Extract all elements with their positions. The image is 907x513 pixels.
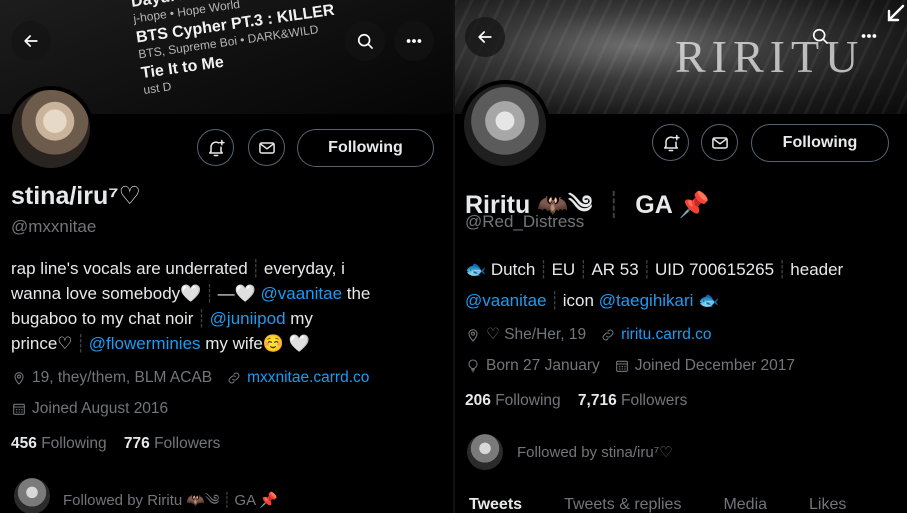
follower-avatar (14, 478, 50, 513)
search-icon (357, 33, 373, 49)
followed-by-text[interactable]: Followed by Riritu 🦇༄ ┊ GA 📌 (63, 484, 278, 513)
message-button[interactable] (701, 124, 738, 161)
envelope-icon (711, 136, 728, 149)
bio-text: icon (562, 291, 599, 310)
profile-joined-row: Joined August 2016 (11, 400, 168, 418)
bio-text: wanna love somebody🤍 (11, 284, 202, 303)
username-handle: @mxxnitae (11, 217, 97, 236)
follow-counts: 206 Following 7,716 Followers (465, 392, 687, 410)
banner-playlist: Daydream ( j-hope • Hope World BTS Cyphe… (130, 0, 343, 101)
location-text: ♡ She/Her, 19 (486, 326, 587, 343)
location-icon (468, 328, 478, 342)
profile-avatar[interactable] (8, 86, 94, 172)
followers-count-link[interactable]: 776 Followers (124, 435, 221, 452)
follow-counts: 456 Following 776 Followers (11, 435, 220, 453)
link-icon (228, 372, 240, 384)
arrow-left-icon (24, 35, 38, 47)
tab-media[interactable]: Media (723, 496, 767, 513)
profile-avatar[interactable] (460, 80, 550, 170)
bio-text: UID 700615265 (654, 260, 775, 279)
calendar-icon (13, 403, 25, 415)
tab-likes[interactable]: Likes (809, 496, 846, 513)
calendar-icon (615, 360, 628, 372)
profile-panel-right: RIRITU Following Riritu 🦇༄ ┊ GA 📌 @Red_Dis… (455, 0, 907, 513)
bio-text: rap line's vocals are underrated (11, 259, 248, 278)
tab-tweets-replies[interactable]: Tweets & replies (564, 496, 681, 513)
bio-text: header (790, 260, 844, 279)
bio-text: the (342, 284, 371, 303)
search-icon (812, 28, 828, 44)
mention-link[interactable]: @taegihikari (599, 291, 694, 310)
mention-link[interactable]: @juniipod (210, 309, 286, 328)
profile-meta-row: 19, they/them, BLM ACAB mxxnitae.carrd.c… (11, 369, 369, 387)
search-button[interactable] (800, 16, 840, 56)
notifications-button[interactable] (652, 124, 689, 161)
follower-avatar (467, 434, 503, 470)
following-count-link[interactable]: 206 Following (465, 392, 561, 409)
mention-link[interactable]: @vaanitae (465, 291, 547, 310)
more-options-button[interactable] (394, 21, 434, 61)
profile-panel-left: Daydream ( j-hope • Hope World BTS Cyphe… (0, 0, 453, 513)
bio-text: everyday, i (263, 259, 345, 278)
profile-bio: 🐟 Dutch ┊ EU ┊ AR 53 ┊ UID 700615265 ┊ header @v… (465, 260, 844, 310)
website-link[interactable]: riritu.carrd.co (621, 326, 711, 344)
link-icon (602, 329, 614, 340)
bio-text: 🐟 Dutch (465, 260, 536, 279)
birth-date: Born 27 January (486, 357, 600, 374)
back-button[interactable] (11, 21, 51, 61)
message-button[interactable] (248, 129, 285, 166)
bio-text: EU (551, 260, 576, 279)
notifications-button[interactable] (197, 129, 234, 166)
display-name: stina/iru⁷♡ (11, 182, 141, 210)
mention-link[interactable]: @flowerminies (89, 334, 201, 353)
arrow-left-icon (478, 31, 492, 43)
followed-by-text[interactable]: Followed by stina/iru⁷♡ (517, 443, 673, 461)
location-text: 19, they/them, BLM ACAB (32, 369, 213, 386)
more-horizontal-icon (406, 39, 422, 43)
more-horizontal-icon (861, 34, 877, 38)
profile-meta-row: ♡ She/Her, 19 riritu.carrd.co (465, 325, 712, 344)
envelope-icon (258, 141, 275, 154)
mention-link[interactable]: @vaanitae (261, 284, 343, 303)
bell-plus-icon (663, 134, 680, 151)
search-button[interactable] (345, 21, 385, 61)
followers-count-link[interactable]: 7,716 Followers (578, 392, 687, 409)
location-icon (14, 372, 24, 385)
profile-tabs: Tweets Tweets & replies Media Likes (469, 496, 907, 513)
bio-text: —🤍 (217, 284, 256, 303)
joined-date: Joined August 2016 (32, 400, 169, 417)
bell-plus-icon (208, 139, 225, 156)
bio-text: AR 53 (591, 260, 639, 279)
bio-text: my (285, 309, 313, 328)
following-button[interactable]: Following (297, 129, 434, 167)
display-name-extra: GA 📌 (635, 191, 710, 219)
balloon-icon (468, 359, 478, 373)
tab-tweets[interactable]: Tweets (469, 496, 522, 513)
collapse-arrow-icon[interactable] (883, 2, 907, 26)
bio-text: bugaboo to my chat noir (11, 309, 194, 328)
profile-bio: rap line's vocals are underrated ┊ everyda… (11, 259, 371, 353)
username-handle: @Red_Distress (465, 212, 585, 231)
following-button[interactable]: Following (751, 124, 889, 162)
following-count-link[interactable]: 456 Following (11, 435, 107, 452)
website-link[interactable]: mxxnitae.carrd.co (247, 369, 369, 387)
bio-text: my wife☺️ 🤍 (200, 334, 310, 353)
back-button[interactable] (465, 17, 505, 57)
profile-dates-row: Born 27 January Joined December 2017 (465, 357, 795, 375)
bio-text: 🐟 (693, 291, 720, 310)
joined-date: Joined December 2017 (634, 357, 796, 374)
bio-text: prince♡ (11, 334, 73, 353)
